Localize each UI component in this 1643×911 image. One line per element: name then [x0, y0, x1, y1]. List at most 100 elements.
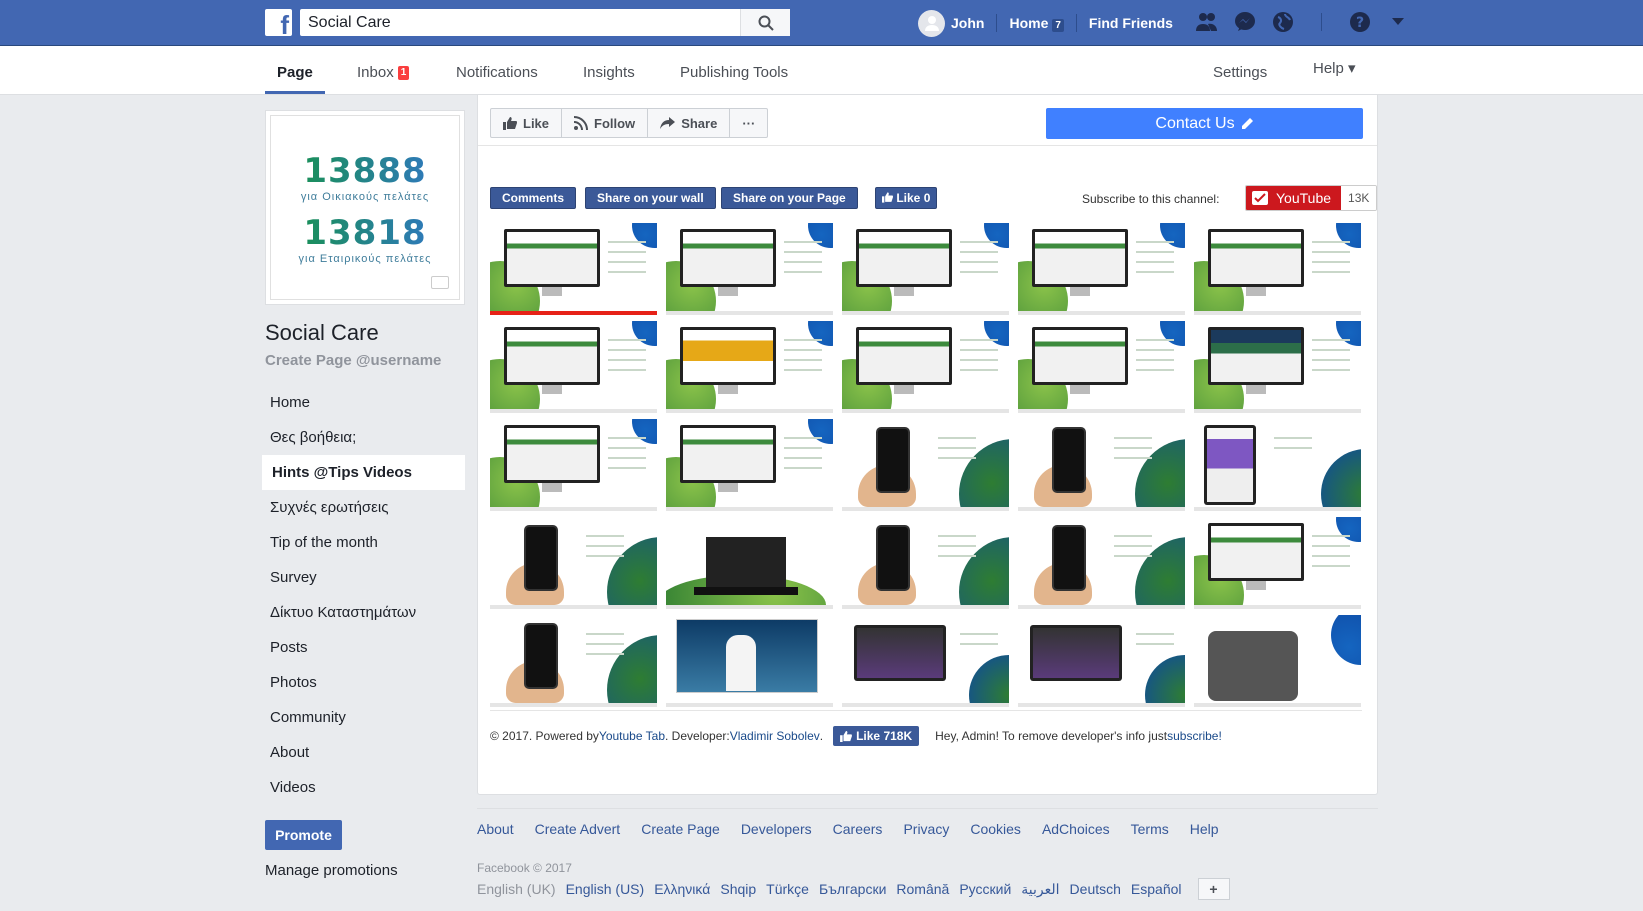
friend-requests-icon[interactable]: [1195, 10, 1219, 34]
tab-inbox[interactable]: Inbox 1: [357, 46, 410, 94]
account-menu-caret-icon[interactable]: [1386, 10, 1410, 34]
footer-link[interactable]: Create Page: [641, 821, 720, 837]
footer-link[interactable]: Privacy: [903, 821, 949, 837]
footer-link[interactable]: Help: [1190, 821, 1219, 837]
user-avatar[interactable]: [918, 9, 945, 37]
video-thumbnail[interactable]: [842, 517, 1009, 609]
footer-link[interactable]: Cookies: [970, 821, 1021, 837]
video-thumbnail[interactable]: [666, 419, 833, 511]
home-link[interactable]: Home 7: [1009, 15, 1064, 32]
video-thumbnail[interactable]: [666, 517, 833, 609]
developer-like-button[interactable]: Like 718K: [833, 726, 920, 746]
video-thumbnail[interactable]: [1194, 615, 1361, 707]
video-thumbnail[interactable]: [1194, 517, 1361, 609]
promote-button[interactable]: Promote: [265, 820, 342, 850]
share-on-wall-button[interactable]: Share on your wall: [585, 187, 716, 209]
video-thumbnail[interactable]: [666, 321, 833, 413]
youtube-subscribe-red: YouTube: [1246, 186, 1342, 210]
contact-us-button[interactable]: Contact Us: [1046, 108, 1363, 139]
sidebar-item[interactable]: Videos: [260, 770, 465, 805]
video-thumbnail[interactable]: [666, 223, 833, 315]
share-page-button[interactable]: Share: [648, 109, 731, 137]
video-thumbnail[interactable]: [666, 615, 833, 707]
globe-notifications-icon[interactable]: [1271, 10, 1295, 34]
footer-link[interactable]: About: [477, 821, 514, 837]
sidebar-item[interactable]: Θες βοήθεια;: [260, 420, 465, 455]
video-thumbnail[interactable]: [842, 419, 1009, 511]
video-thumbnail[interactable]: [1194, 223, 1361, 315]
profile-picture[interactable]: 13888 για Οικιακούς πελάτες 13818 για Ετ…: [265, 110, 465, 305]
create-username-link[interactable]: Create Page @username: [265, 352, 441, 369]
footer-link[interactable]: Terms: [1131, 821, 1169, 837]
sidebar-item[interactable]: Community: [260, 700, 465, 735]
language-link[interactable]: Ελληνικά: [654, 881, 710, 897]
subscribe-link[interactable]: subscribe!: [1167, 729, 1222, 743]
help-question-icon[interactable]: ?: [1348, 10, 1372, 34]
footer-link[interactable]: AdChoices: [1042, 821, 1110, 837]
search-button[interactable]: [740, 9, 790, 36]
video-thumbnail[interactable]: [490, 223, 657, 315]
video-thumbnail[interactable]: [490, 517, 657, 609]
sidebar-item[interactable]: Tip of the month: [260, 525, 465, 560]
page-title[interactable]: Social Care: [265, 320, 379, 346]
sidebar-item[interactable]: Συχνές ερωτήσεις: [260, 490, 465, 525]
powered-by-link[interactable]: Youtube Tab: [599, 729, 665, 743]
camera-icon[interactable]: [431, 276, 449, 289]
more-options-button[interactable]: ···: [730, 109, 767, 137]
language-link[interactable]: Română: [896, 881, 949, 897]
tab-settings[interactable]: Settings: [1213, 46, 1267, 94]
video-thumbnail[interactable]: [1194, 321, 1361, 413]
language-link[interactable]: Türkçe: [766, 881, 809, 897]
manage-promotions-link[interactable]: Manage promotions: [265, 862, 398, 879]
comments-button[interactable]: Comments: [490, 187, 577, 209]
video-thumbnail[interactable]: [1018, 321, 1185, 413]
developer-link[interactable]: Vladimir Sobolev: [730, 729, 820, 743]
video-thumbnail[interactable]: [490, 615, 657, 707]
facebook-logo-icon[interactable]: f: [265, 9, 292, 36]
language-link[interactable]: Български: [819, 881, 886, 897]
search-input[interactable]: [300, 9, 740, 36]
messenger-icon[interactable]: [1233, 10, 1257, 34]
share-on-page-button[interactable]: Share on your Page: [721, 187, 858, 209]
youtube-subscribe-button[interactable]: YouTube 13K: [1245, 185, 1378, 211]
video-thumbnail[interactable]: [490, 321, 657, 413]
user-name-link[interactable]: John: [951, 15, 984, 31]
more-languages-plus-icon[interactable]: +: [1197, 878, 1230, 900]
video-thumbnail-grid: [490, 223, 1362, 707]
sidebar-item[interactable]: Posts: [260, 630, 465, 665]
tab-help[interactable]: Help ▾: [1313, 46, 1356, 94]
find-friends-link[interactable]: Find Friends: [1089, 15, 1173, 31]
video-thumbnail[interactable]: [1018, 615, 1185, 707]
footer-link[interactable]: Create Advert: [535, 821, 621, 837]
tab-notifications[interactable]: Notifications: [456, 46, 538, 94]
video-thumbnail[interactable]: [1018, 223, 1185, 315]
video-thumbnail[interactable]: [490, 419, 657, 511]
video-thumbnail[interactable]: [842, 615, 1009, 707]
video-thumbnail[interactable]: [842, 223, 1009, 315]
footer-link[interactable]: Careers: [833, 821, 883, 837]
language-link[interactable]: Shqip: [720, 881, 756, 897]
video-thumbnail[interactable]: [842, 321, 1009, 413]
like-page-button[interactable]: Like: [491, 109, 563, 137]
language-link[interactable]: Deutsch: [1070, 881, 1121, 897]
video-thumbnail[interactable]: [1018, 419, 1185, 511]
sidebar-item[interactable]: Home: [260, 385, 465, 420]
sidebar-item[interactable]: Hints @Tips Videos: [260, 455, 465, 490]
tab-insights[interactable]: Insights: [583, 46, 635, 94]
language-link[interactable]: Русский: [959, 881, 1011, 897]
sidebar-item[interactable]: Survey: [260, 560, 465, 595]
sidebar-item[interactable]: Δίκτυο Καταστημάτων: [260, 595, 465, 630]
language-link[interactable]: العربية: [1021, 881, 1059, 898]
sidebar-item[interactable]: About: [260, 735, 465, 770]
language-link[interactable]: Español: [1131, 881, 1182, 897]
tab-publishing-tools[interactable]: Publishing Tools: [680, 46, 788, 94]
sidebar-item[interactable]: Photos: [260, 665, 465, 700]
video-thumbnail[interactable]: [1194, 419, 1361, 511]
video-thumbnail[interactable]: [1018, 517, 1185, 609]
footer-link[interactable]: Developers: [741, 821, 812, 837]
footer-developer-end: .: [819, 729, 824, 743]
language-link[interactable]: English (US): [566, 881, 645, 897]
follow-page-button[interactable]: Follow: [562, 109, 649, 137]
like-tab-button[interactable]: Like 0: [875, 187, 938, 209]
tab-page[interactable]: Page: [265, 46, 325, 94]
